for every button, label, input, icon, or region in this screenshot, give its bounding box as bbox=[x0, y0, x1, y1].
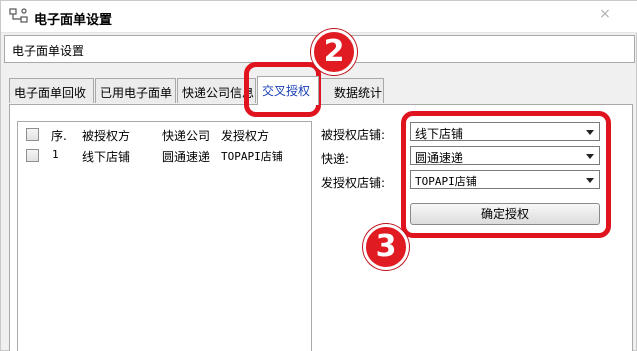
title-bar: 电子面单设置 × bbox=[1, 1, 637, 33]
form-highlight-box bbox=[401, 111, 611, 238]
row-courier: 圆通速递 bbox=[162, 150, 211, 164]
authorization-list[interactable]: 序. 被授权方 快递公司 发授权方 1 线下店铺 圆通速递 TOPAPI店铺 bbox=[17, 121, 312, 351]
step-2-marker: 2 bbox=[311, 29, 357, 75]
courier-label: 快递: bbox=[321, 152, 350, 166]
row-index: 1 bbox=[52, 148, 59, 161]
step-3-marker: 3 bbox=[363, 224, 409, 270]
tab-waybill-recycle[interactable]: 电子面单回收 bbox=[9, 78, 94, 103]
row-grantee: 线下店铺 bbox=[82, 150, 131, 164]
select-all-checkbox[interactable] bbox=[26, 128, 39, 141]
tab-cross-authorization[interactable]: 交叉授权 bbox=[257, 76, 319, 105]
tab-statistics[interactable]: 数据统计 bbox=[320, 78, 384, 103]
tab-used-waybill[interactable]: 已用电子面单 bbox=[95, 78, 176, 103]
row-checkbox[interactable] bbox=[26, 149, 39, 162]
app-icon bbox=[9, 8, 28, 23]
close-icon[interactable]: × bbox=[596, 6, 614, 22]
settings-window: 电子面单设置 × 电子面单设置 电子面单回收 已用电子面单 快递公司信息 交叉授… bbox=[0, 0, 637, 351]
window-title: 电子面单设置 bbox=[34, 13, 113, 28]
column-header-grantee: 被授权方 bbox=[82, 129, 131, 143]
row-grantor: TOPAPI店铺 bbox=[221, 150, 283, 163]
table-row[interactable]: 1 线下店铺 圆通速递 TOPAPI店铺 bbox=[18, 145, 311, 165]
column-header-courier: 快递公司 bbox=[162, 129, 211, 143]
grantee-store-label: 被授权店铺: bbox=[321, 128, 386, 142]
grantor-store-label: 发授权店铺: bbox=[321, 176, 386, 190]
list-header: 序. 被授权方 快递公司 发授权方 bbox=[18, 124, 311, 144]
column-header-index: 序. bbox=[51, 129, 67, 143]
column-header-grantor: 发授权方 bbox=[221, 129, 270, 143]
header-text: 电子面单设置 bbox=[12, 44, 85, 58]
